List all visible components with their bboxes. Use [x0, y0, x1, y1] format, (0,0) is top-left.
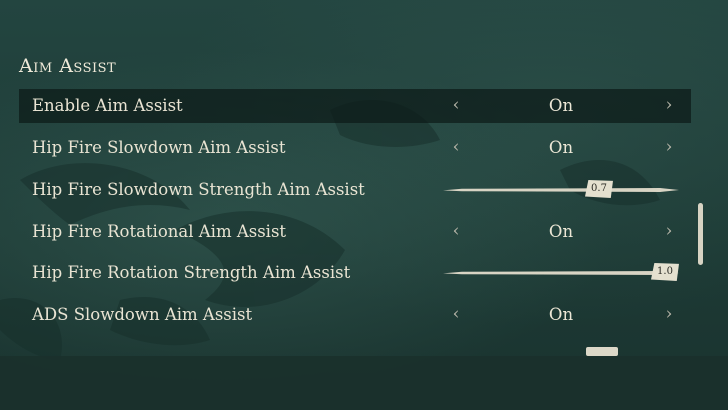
slider-track[interactable] [443, 188, 679, 192]
setting-row-ads-slowdown[interactable]: ADS Slowdown Aim Assist ‹ On › [19, 298, 691, 332]
chevron-right-icon[interactable]: › [662, 95, 676, 115]
setting-row-hip-fire-slowdown[interactable]: Hip Fire Slowdown Aim Assist ‹ On › [19, 131, 691, 165]
chevron-left-icon[interactable]: ‹ [449, 95, 463, 115]
chevron-left-icon[interactable]: ‹ [449, 137, 463, 157]
slider-handle[interactable]: 0.7 [585, 180, 613, 198]
setting-label: ADS Slowdown Aim Assist [32, 305, 253, 324]
setting-row-hip-fire-rotation-strength[interactable]: Hip Fire Rotation Strength Aim Assist 1.… [19, 256, 691, 290]
setting-value: On [548, 222, 574, 241]
chevron-right-icon[interactable]: › [662, 304, 676, 324]
slider-track[interactable] [443, 271, 679, 275]
chevron-left-icon[interactable]: ‹ [449, 304, 463, 324]
chevron-left-icon[interactable]: ‹ [449, 221, 463, 241]
setting-row-hip-fire-slowdown-strength[interactable]: Hip Fire Slowdown Strength Aim Assist 0.… [19, 173, 691, 207]
setting-label: Enable Aim Assist [32, 96, 183, 115]
chevron-right-icon[interactable]: › [662, 221, 676, 241]
setting-label: Hip Fire Slowdown Strength Aim Assist [32, 180, 365, 199]
cutoff-slider-handle[interactable] [586, 347, 618, 356]
chevron-right-icon[interactable]: › [662, 137, 676, 157]
setting-label: Hip Fire Slowdown Aim Assist [32, 138, 286, 157]
setting-label: Hip Fire Rotational Aim Assist [32, 222, 287, 241]
setting-value: On [548, 96, 574, 115]
setting-value: On [548, 305, 574, 324]
section-title: Aim Assist [19, 55, 117, 77]
setting-row-hip-fire-rotational[interactable]: Hip Fire Rotational Aim Assist ‹ On › [19, 215, 691, 249]
setting-value: On [548, 138, 574, 157]
scrollbar-thumb[interactable] [698, 203, 703, 265]
aim-assist-settings-panel: Aim Assist Enable Aim Assist ‹ On › Hip … [0, 0, 728, 356]
setting-label: Hip Fire Rotation Strength Aim Assist [32, 263, 351, 282]
bottom-bar [0, 356, 728, 410]
setting-row-enable-aim-assist[interactable]: Enable Aim Assist ‹ On › [19, 89, 691, 123]
slider-handle[interactable]: 1.0 [651, 263, 679, 281]
